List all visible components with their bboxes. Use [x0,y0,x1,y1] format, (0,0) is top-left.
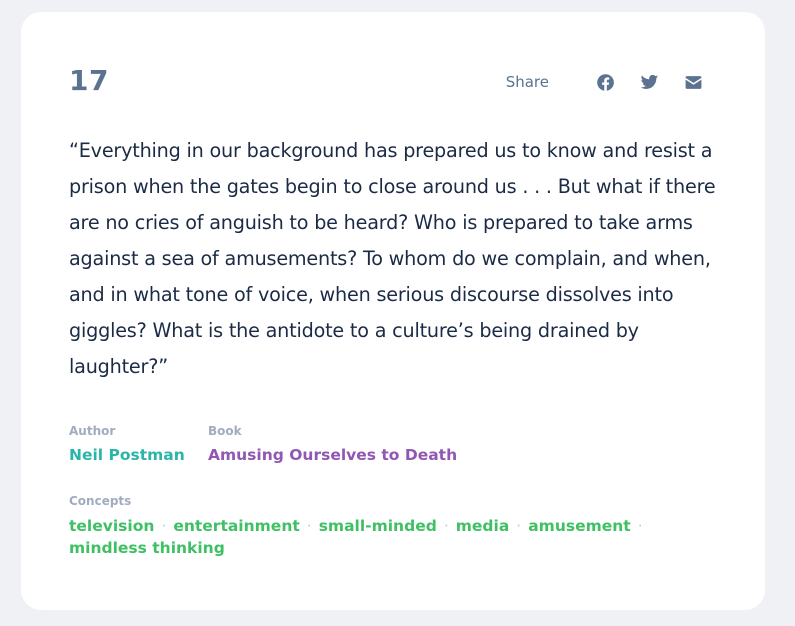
author-link[interactable]: Neil Postman [69,446,185,464]
facebook-icon[interactable] [595,72,615,92]
concept-separator: · [516,517,522,535]
concept-tag[interactable]: amusement [528,517,631,535]
concepts-label: Concepts [69,494,132,508]
book-section: Book Amusing Ourselves to Death [208,424,457,464]
concept-separator: · [161,517,167,535]
concepts-section: Concepts television · entertainment · small-… [69,494,689,559]
concept-separator: · [443,517,449,535]
quote-text: “Everything in our background has prepar… [69,139,716,378]
book-label: Book [208,424,242,438]
twitter-icon[interactable] [639,72,659,92]
author-label: Author [69,424,116,438]
concept-tag[interactable]: mindless thinking [69,539,225,557]
email-icon[interactable] [683,72,703,92]
concept-tag[interactable]: small-minded [319,517,437,535]
quote-number: 17 [69,64,109,97]
share-label: Share [505,73,549,91]
share-bar: Share [506,72,703,92]
concept-list: television · entertainment · small-minded · me… [69,515,689,559]
quote-card: 17 Share “Everything in our background h… [21,12,765,610]
concept-tag[interactable]: entertainment [173,517,299,535]
concept-separator: · [637,517,643,535]
author-section: Author Neil Postman [69,424,185,464]
concept-tag[interactable]: media [456,517,510,535]
concept-separator: · [306,517,312,535]
concept-tag[interactable]: television [69,517,154,535]
book-link[interactable]: Amusing Ourselves to Death [208,446,457,464]
